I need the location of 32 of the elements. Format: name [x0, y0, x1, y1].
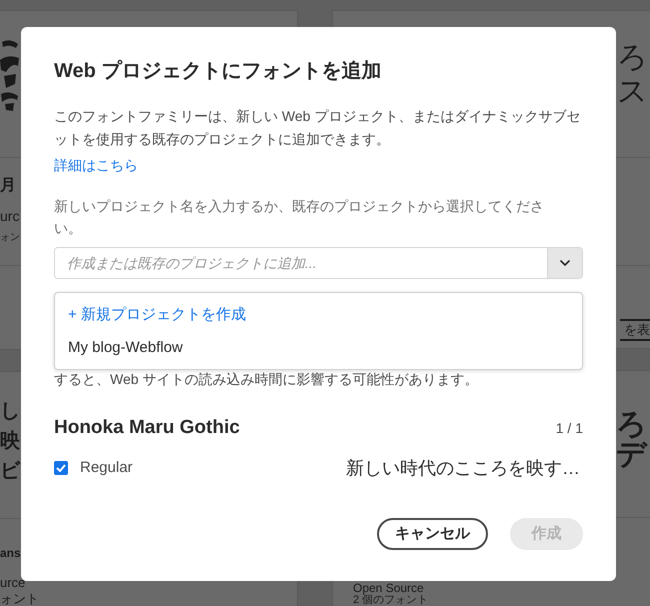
style-name: Regular: [80, 458, 133, 478]
checkbox[interactable]: [54, 461, 68, 475]
font-source: Open Source: [353, 582, 424, 594]
dialog-title: Web プロジェクトにフォントを追加: [54, 58, 382, 84]
view-button[interactable]: を表: [620, 319, 650, 341]
font-source: urc: [0, 207, 20, 226]
checkmark-icon: [56, 464, 66, 472]
font-count: ォント: [0, 592, 39, 606]
menu-item[interactable]: + 新規プロジェクトを作成: [55, 298, 582, 331]
font-sample-text: ビ: [0, 459, 20, 484]
dialog-description: このフォントファミリーは、新しい Web プロジェクト、またはダイナミックサブセットを使用する既存のプロジェクトに追加できます。: [54, 107, 582, 149]
font-sample-text: デ: [616, 440, 647, 470]
font-sample-text: し: [0, 399, 20, 424]
cancel-button[interactable]: キャンセル: [377, 518, 488, 550]
font-sample-text: ろ: [617, 41, 648, 75]
instruction-text: 新しいプロジェクト名を入力するか、既存のプロジェクトから選択してください。: [54, 197, 545, 238]
style-count: 1 / 1: [556, 419, 583, 438]
style-sample-text: 新しい時代のこころを映す…: [346, 457, 581, 480]
font-count: 2 個のフォント: [353, 594, 428, 606]
font-sample-text: ろ: [616, 410, 647, 440]
font-source: urce: [0, 574, 26, 592]
font-name: 月: [0, 176, 16, 196]
menu-item[interactable]: My blog-Webflow: [55, 331, 582, 364]
font-sample-text: ス: [617, 75, 648, 109]
font-family-name: Honoka Maru Gothic: [54, 416, 240, 440]
project-input-field[interactable]: 作成または既存のプロジェクトに追加...: [54, 247, 583, 279]
notice-text: すると、Web サイトの読み込み時間に影響する可能性があります。: [54, 371, 478, 387]
font-sample-text: 映: [0, 429, 20, 454]
learn-more-link[interactable]: 詳細はこちら: [54, 154, 138, 177]
font-count: ォン: [0, 231, 20, 245]
font-name: ans: [0, 545, 21, 561]
dropdown-button[interactable]: [547, 248, 582, 278]
